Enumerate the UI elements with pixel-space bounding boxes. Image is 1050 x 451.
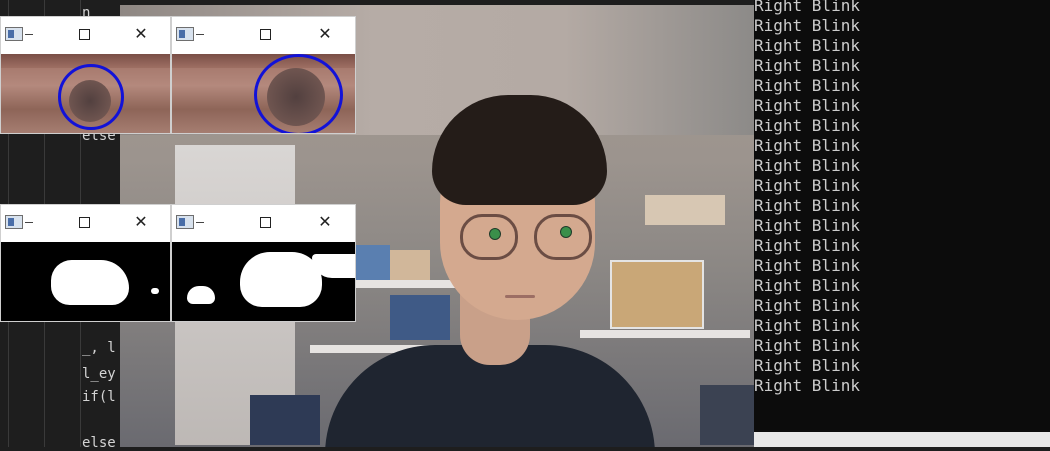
maximize-icon[interactable] bbox=[260, 217, 271, 228]
terminal-line: Right Blink bbox=[754, 36, 860, 55]
terminal-line: Right Blink bbox=[754, 0, 860, 15]
monitor bbox=[700, 385, 754, 445]
terminal-line: Right Blink bbox=[754, 256, 860, 275]
noise-blob bbox=[151, 288, 159, 294]
maximize-icon[interactable] bbox=[260, 29, 271, 40]
opencv-window-icon bbox=[176, 27, 194, 41]
pupil-detection-ring bbox=[254, 54, 343, 133]
shelf-item bbox=[390, 295, 450, 340]
terminal-line: Right Blink bbox=[754, 16, 860, 35]
right-eye-image bbox=[172, 54, 355, 133]
close-icon[interactable]: ✕ bbox=[317, 214, 333, 230]
pupil-blob bbox=[240, 252, 322, 307]
code-line: else bbox=[82, 435, 116, 451]
right-pupil-marker bbox=[560, 226, 572, 238]
pupil-detection-ring bbox=[58, 64, 124, 130]
right-threshold-window[interactable]: ✕ bbox=[171, 204, 356, 322]
pupil-blob bbox=[51, 260, 129, 305]
left-eye-image bbox=[1, 54, 170, 133]
terminal-line: Right Blink bbox=[754, 76, 860, 95]
right-threshold-image bbox=[172, 242, 355, 321]
window-titlebar[interactable]: ✕ bbox=[1, 205, 170, 242]
person-mouth bbox=[505, 295, 535, 298]
opencv-window-icon bbox=[5, 215, 23, 229]
terminal-line: Right Blink bbox=[754, 176, 860, 195]
shelf-item bbox=[390, 250, 430, 280]
minimize-icon[interactable] bbox=[196, 34, 204, 35]
shelf-item bbox=[645, 195, 725, 225]
window-titlebar[interactable]: ✕ bbox=[172, 205, 355, 242]
close-icon[interactable]: ✕ bbox=[133, 214, 149, 230]
terminal-line: Right Blink bbox=[754, 276, 860, 295]
terminal-line: Right Blink bbox=[754, 136, 860, 155]
terminal-line: Right Blink bbox=[754, 236, 860, 255]
shelf-item bbox=[610, 260, 704, 329]
background-shelf bbox=[580, 330, 750, 338]
terminal-line: Right Blink bbox=[754, 96, 860, 115]
minimize-icon[interactable] bbox=[25, 34, 33, 35]
window-titlebar[interactable]: ✕ bbox=[172, 17, 355, 54]
terminal-line: Right Blink bbox=[754, 56, 860, 75]
left-threshold-window[interactable]: ✕ bbox=[0, 204, 171, 322]
terminal-output[interactable]: Right Blink Right Blink Right Blink Right B… bbox=[754, 0, 1050, 432]
opencv-window-icon bbox=[5, 27, 23, 41]
terminal-line: Right Blink bbox=[754, 336, 860, 355]
code-line: _, l bbox=[82, 340, 116, 356]
terminal-line: Right Blink bbox=[754, 316, 860, 335]
noise-blob bbox=[187, 286, 215, 304]
left-threshold-image bbox=[1, 242, 170, 321]
terminal-line: Right Blink bbox=[754, 116, 860, 135]
shelf-item bbox=[350, 245, 390, 280]
terminal-line: Right Blink bbox=[754, 356, 860, 375]
close-icon[interactable]: ✕ bbox=[133, 26, 149, 42]
terminal-line: Right Blink bbox=[754, 376, 860, 395]
left-pupil-marker bbox=[489, 228, 501, 240]
left-eye-window[interactable]: ✕ bbox=[0, 16, 171, 134]
code-line: if(l bbox=[82, 389, 116, 405]
code-line: l_ey bbox=[82, 366, 116, 382]
terminal-line: Right Blink bbox=[754, 296, 860, 315]
close-icon[interactable]: ✕ bbox=[317, 26, 333, 42]
terminal-line: Right Blink bbox=[754, 216, 860, 235]
terminal-line: Right Blink bbox=[754, 156, 860, 175]
maximize-icon[interactable] bbox=[79, 217, 90, 228]
minimize-icon[interactable] bbox=[196, 222, 204, 223]
taskbar-strip bbox=[754, 432, 1050, 447]
opencv-window-icon bbox=[176, 215, 194, 229]
minimize-icon[interactable] bbox=[25, 222, 33, 223]
chair bbox=[250, 395, 320, 445]
right-eye-window[interactable]: ✕ bbox=[171, 16, 356, 134]
terminal-line: Right Blink bbox=[754, 196, 860, 215]
maximize-icon[interactable] bbox=[79, 29, 90, 40]
window-titlebar[interactable]: ✕ bbox=[1, 17, 170, 54]
